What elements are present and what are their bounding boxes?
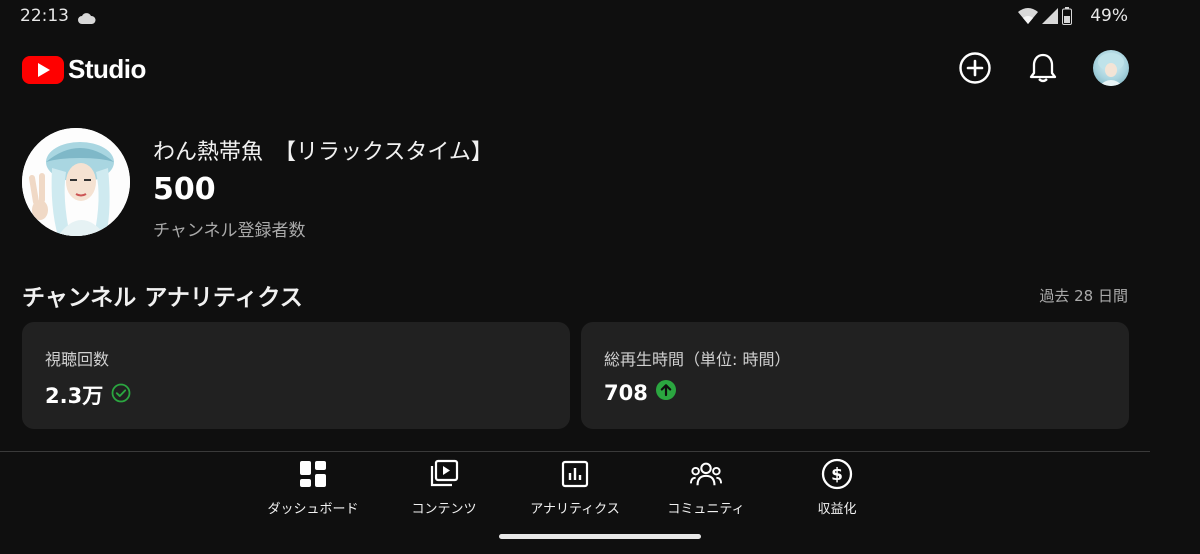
nav-monetization-label: 収益化 [817, 502, 857, 517]
battery-icon [1062, 7, 1072, 29]
views-value: 2.3万 [45, 384, 104, 408]
dashboard-icon [297, 458, 329, 490]
status-icons [1018, 7, 1072, 29]
studio-screen: 22:13 49% Studio わん熱帯魚 【リラックスタイム】 500 チャ… [0, 0, 1200, 554]
check-circle-icon [111, 383, 131, 408]
channel-avatar[interactable] [22, 128, 130, 236]
avatar [1093, 50, 1129, 86]
youtube-studio-logo[interactable]: Studio [22, 54, 146, 85]
arrow-up-circle-icon [655, 380, 676, 405]
status-time: 22:13 [20, 6, 69, 26]
cloud-icon [78, 9, 96, 28]
nav-analytics-label: アナリティクス [530, 502, 620, 517]
youtube-play-icon [22, 55, 64, 84]
svg-text:$: $ [831, 465, 843, 485]
content-icon [428, 458, 460, 490]
gesture-home-bar[interactable] [499, 534, 701, 539]
nav-analytics[interactable]: アナリティクス [510, 458, 640, 517]
nav-community[interactable]: コミュニティ [641, 458, 771, 517]
subscriber-count: 500 [153, 172, 216, 207]
watch-time-label: 総再生時間（単位: 時間） [604, 350, 791, 369]
channel-name: わん熱帯魚 【リラックスタイム】 [153, 140, 493, 165]
nav-dashboard[interactable]: ダッシュボード [248, 458, 378, 517]
views-value-row: 2.3万 [45, 380, 131, 410]
signal-icon [1042, 8, 1058, 28]
status-bar: 22:13 49% [0, 0, 1200, 32]
nav-dashboard-label: ダッシュボード [267, 502, 359, 517]
app-bar: Studio [0, 40, 1200, 96]
views-card[interactable]: 視聴回数 2.3万 [22, 322, 570, 429]
bottom-nav: ダッシュボード コンテンツ アナリティクス コミュニティ $ 収益化 [0, 452, 1200, 532]
community-icon [690, 458, 722, 490]
nav-community-label: コミュニティ [667, 502, 745, 517]
analytics-icon [559, 458, 591, 490]
analytics-title: チャンネル アナリティクス [22, 285, 303, 311]
watch-time-value: 708 [604, 380, 648, 405]
wifi-icon [1018, 8, 1038, 28]
channel-header: わん熱帯魚 【リラックスタイム】 500 チャンネル登録者数 [22, 128, 1122, 241]
create-button[interactable] [955, 48, 995, 88]
watch-time-card[interactable]: 総再生時間（単位: 時間） 708 [581, 322, 1129, 429]
analytics-period: 過去 28 日間 [1039, 287, 1128, 305]
watch-time-value-row: 708 [604, 380, 676, 405]
nav-content[interactable]: コンテンツ [379, 458, 509, 517]
nav-content-label: コンテンツ [411, 502, 477, 517]
account-button[interactable] [1091, 48, 1131, 88]
notifications-button[interactable] [1023, 48, 1063, 88]
battery-percent: 49% [1090, 6, 1128, 26]
monetization-icon: $ [821, 458, 853, 490]
logo-text: Studio [68, 54, 146, 84]
views-label: 視聴回数 [45, 350, 110, 369]
nav-monetization[interactable]: $ 収益化 [772, 458, 902, 517]
bell-icon [1029, 53, 1057, 83]
create-icon [959, 52, 991, 84]
subscriber-label: チャンネル登録者数 [153, 221, 306, 241]
